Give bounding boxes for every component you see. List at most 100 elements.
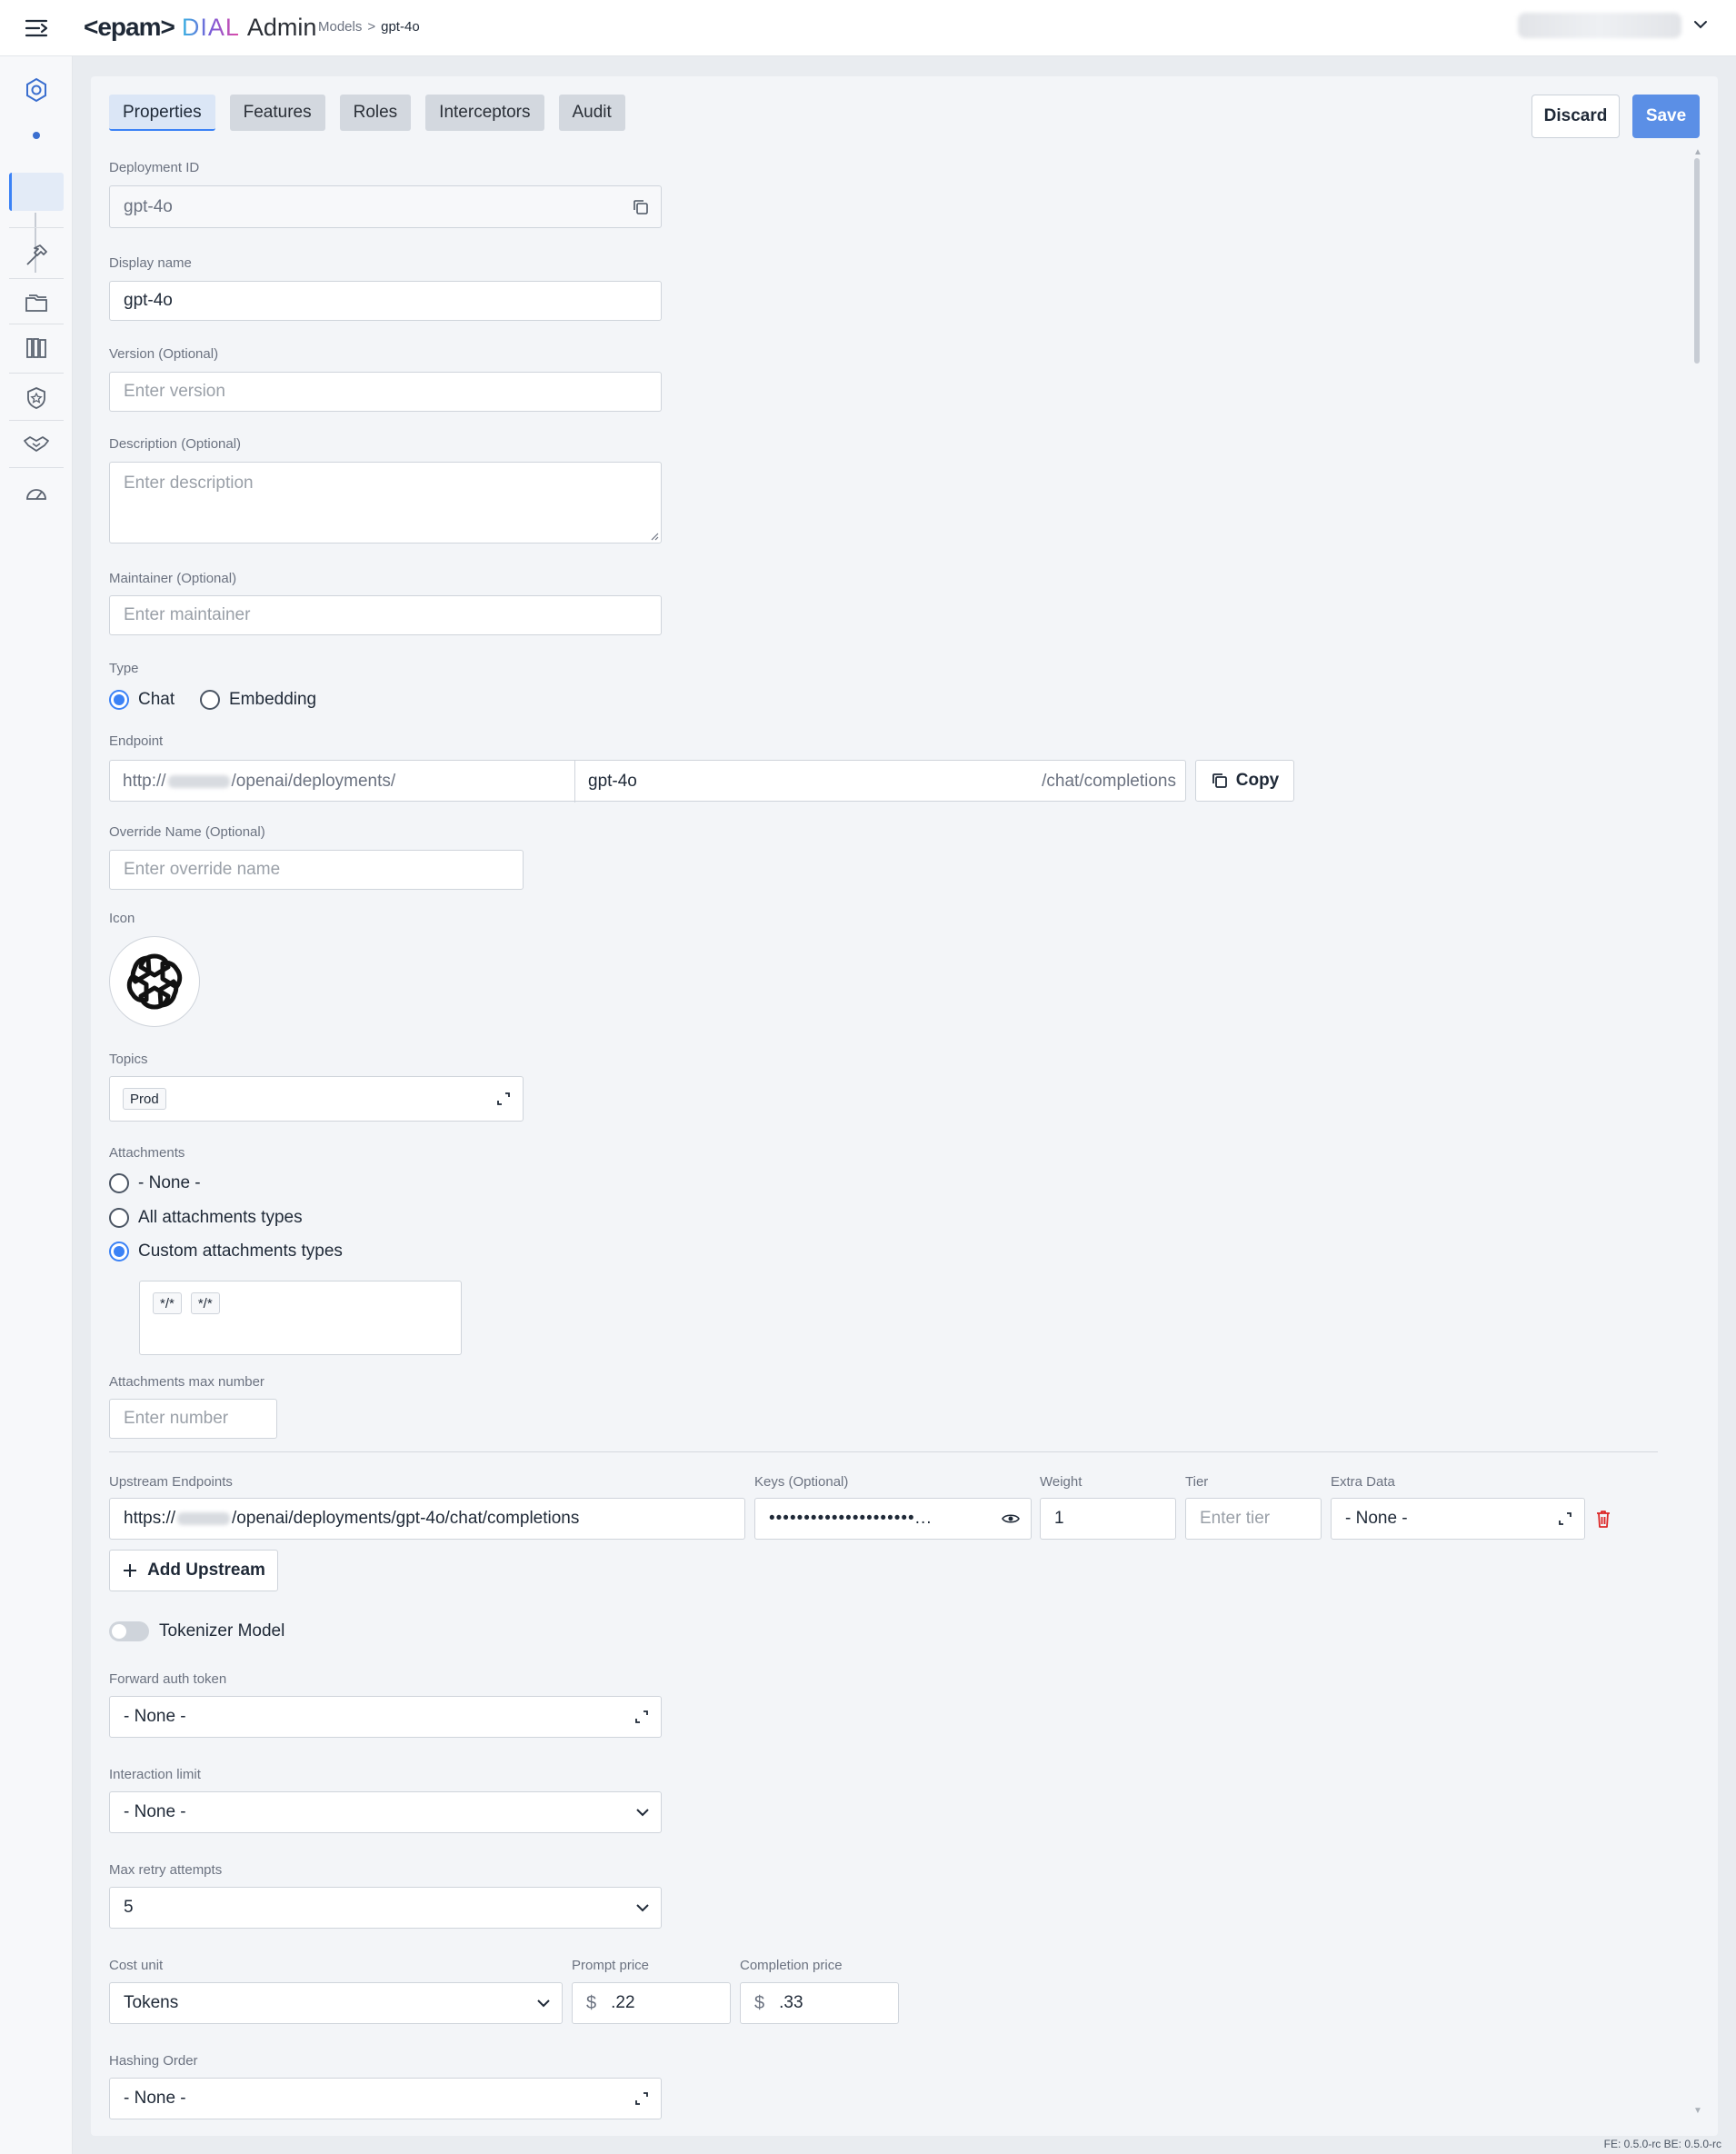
endpoint-prefix-start: http:// xyxy=(123,772,166,791)
max-retry-select[interactable]: 5 xyxy=(109,1887,662,1929)
logo-dial: DIAL xyxy=(181,13,240,41)
prompt-price-value: .22 xyxy=(611,1993,635,2012)
tab-audit[interactable]: Audit xyxy=(558,95,625,131)
chevron-down-icon[interactable] xyxy=(635,1903,650,1912)
completion-price-field[interactable]: $ .33 xyxy=(740,1982,899,2024)
handshake-icon[interactable] xyxy=(9,425,64,464)
topics-field[interactable]: Prod xyxy=(109,1076,524,1122)
forward-auth-field[interactable]: - None - xyxy=(109,1696,662,1738)
radio-unselected[interactable] xyxy=(109,1173,129,1193)
override-name-field[interactable]: Enter override name xyxy=(109,850,524,890)
attachments-max-field[interactable]: Enter number xyxy=(109,1399,277,1439)
scroll-down-arrow[interactable]: ▼ xyxy=(1693,2106,1702,2116)
copy-icon[interactable] xyxy=(632,198,650,216)
hammer-icon[interactable] xyxy=(9,236,64,274)
display-name-field[interactable]: gpt-4o xyxy=(109,281,662,321)
radio-selected[interactable] xyxy=(109,1242,129,1261)
scrollbar[interactable]: ▲ ▼ xyxy=(1693,147,1702,2116)
type-chat-radio[interactable]: Chat xyxy=(109,690,175,710)
tokenizer-toggle[interactable] xyxy=(109,1621,149,1641)
expand-icon[interactable] xyxy=(495,1091,512,1107)
plus-icon xyxy=(124,1564,137,1577)
upstream-url-end: /openai/deployments/gpt-4o/chat/completi… xyxy=(232,1509,580,1528)
tokenizer-label: Tokenizer Model xyxy=(159,1621,285,1640)
attachments-custom-radio[interactable]: Custom attachments types xyxy=(109,1242,343,1261)
radio-selected[interactable] xyxy=(109,690,129,710)
upstream-key-mask: •••••••••••••••••••••... xyxy=(769,1509,933,1528)
copy-endpoint-button[interactable]: Copy xyxy=(1195,760,1294,802)
breadcrumb-current: gpt-4o xyxy=(381,19,420,35)
upstream-extra-field[interactable]: - None - xyxy=(1331,1498,1585,1540)
expand-icon[interactable] xyxy=(1557,1511,1573,1527)
sidebar-entities-icon[interactable] xyxy=(9,71,64,109)
save-button[interactable]: Save xyxy=(1632,95,1700,138)
prompt-price-field[interactable]: $ .22 xyxy=(572,1982,731,2024)
attachment-type-chip: */* xyxy=(190,1292,220,1314)
version-field[interactable]: Enter version xyxy=(109,372,662,412)
user-menu[interactable] xyxy=(1518,13,1709,38)
app-logo[interactable]: <epam> DIAL Admin xyxy=(84,11,316,44)
endpoint-label: Endpoint xyxy=(109,733,164,749)
endpoint-field: http:// /openai/deployments/ gpt-4o /cha… xyxy=(109,760,1186,803)
maintainer-placeholder: Enter maintainer xyxy=(124,605,251,624)
expand-icon[interactable] xyxy=(634,2090,650,2107)
radio-unselected[interactable] xyxy=(109,1208,129,1228)
interaction-limit-select[interactable]: - None - xyxy=(109,1791,662,1833)
chevron-down-icon[interactable] xyxy=(635,1808,650,1817)
tab-roles[interactable]: Roles xyxy=(339,95,412,131)
hashing-order-label: Hashing Order xyxy=(109,2053,198,2069)
deployment-id-field[interactable]: gpt-4o xyxy=(109,185,662,228)
cost-unit-select[interactable]: Tokens xyxy=(109,1982,563,2024)
eye-icon[interactable] xyxy=(1002,1512,1020,1525)
breadcrumb-models[interactable]: Models xyxy=(318,19,362,35)
chevron-down-icon[interactable] xyxy=(536,1999,551,2008)
topics-label: Topics xyxy=(109,1052,148,1067)
custom-attachment-types-field[interactable]: */* */* xyxy=(139,1281,462,1355)
upstream-extra-header: Extra Data xyxy=(1331,1474,1395,1490)
breadcrumb: Models > gpt-4o xyxy=(318,19,420,35)
resize-handle-icon[interactable] xyxy=(650,532,659,541)
type-embedding-radio[interactable]: Embedding xyxy=(200,690,316,710)
sidebar-divider xyxy=(9,373,64,374)
library-icon[interactable] xyxy=(9,329,64,367)
hashing-order-field[interactable]: - None - xyxy=(109,2078,662,2119)
scrollbar-thumb[interactable] xyxy=(1694,158,1700,364)
upstream-key-field[interactable]: •••••••••••••••••••••... xyxy=(754,1498,1032,1540)
maintainer-field[interactable]: Enter maintainer xyxy=(109,595,662,635)
endpoint-model-segment[interactable]: gpt-4o xyxy=(575,761,993,803)
upstream-tier-field[interactable]: Enter tier xyxy=(1185,1498,1322,1540)
completion-price-value: .33 xyxy=(779,1993,803,2012)
attachments-none-label: - None - xyxy=(138,1173,201,1192)
expand-icon[interactable] xyxy=(634,1709,650,1725)
tab-features[interactable]: Features xyxy=(229,95,325,131)
attachments-none-radio[interactable]: - None - xyxy=(109,1173,201,1193)
description-field[interactable]: Enter description xyxy=(109,462,662,543)
scroll-up-arrow[interactable]: ▲ xyxy=(1693,147,1702,157)
discard-button[interactable]: Discard xyxy=(1531,95,1620,138)
chevron-down-icon[interactable] xyxy=(1692,15,1709,35)
max-retry-value: 5 xyxy=(124,1898,134,1917)
section-divider xyxy=(109,1451,1658,1452)
shield-star-icon[interactable] xyxy=(9,379,64,417)
breadcrumb-separator: > xyxy=(367,19,376,35)
trash-icon[interactable] xyxy=(1594,1509,1612,1534)
redacted-host xyxy=(167,775,230,788)
folders-icon[interactable] xyxy=(9,284,64,322)
add-upstream-button[interactable]: Add Upstream xyxy=(109,1550,278,1591)
dollar-icon: $ xyxy=(754,1992,765,2013)
sidebar-item-models[interactable] xyxy=(9,173,64,211)
gauge-icon[interactable] xyxy=(9,473,64,511)
upstream-weight-field[interactable]: 1 xyxy=(1040,1498,1176,1540)
forward-auth-label: Forward auth token xyxy=(109,1671,227,1687)
menu-toggle-icon[interactable] xyxy=(24,16,49,40)
version-info: FE: 0.5.0-rc BE: 0.5.0-rc xyxy=(1603,2138,1721,2150)
sidebar xyxy=(0,56,73,2154)
upstream-endpoint-field[interactable]: https:// /openai/deployments/gpt-4o/chat… xyxy=(109,1498,745,1540)
radio-unselected[interactable] xyxy=(200,690,220,710)
attachments-all-radio[interactable]: All attachments types xyxy=(109,1208,303,1228)
tab-bar: Properties Features Roles Interceptors A… xyxy=(109,95,625,131)
tab-properties[interactable]: Properties xyxy=(109,95,215,131)
top-bar: <epam> DIAL Admin Models > gpt-4o xyxy=(0,0,1736,56)
tab-interceptors[interactable]: Interceptors xyxy=(425,95,544,131)
model-icon-picker[interactable] xyxy=(109,936,200,1027)
